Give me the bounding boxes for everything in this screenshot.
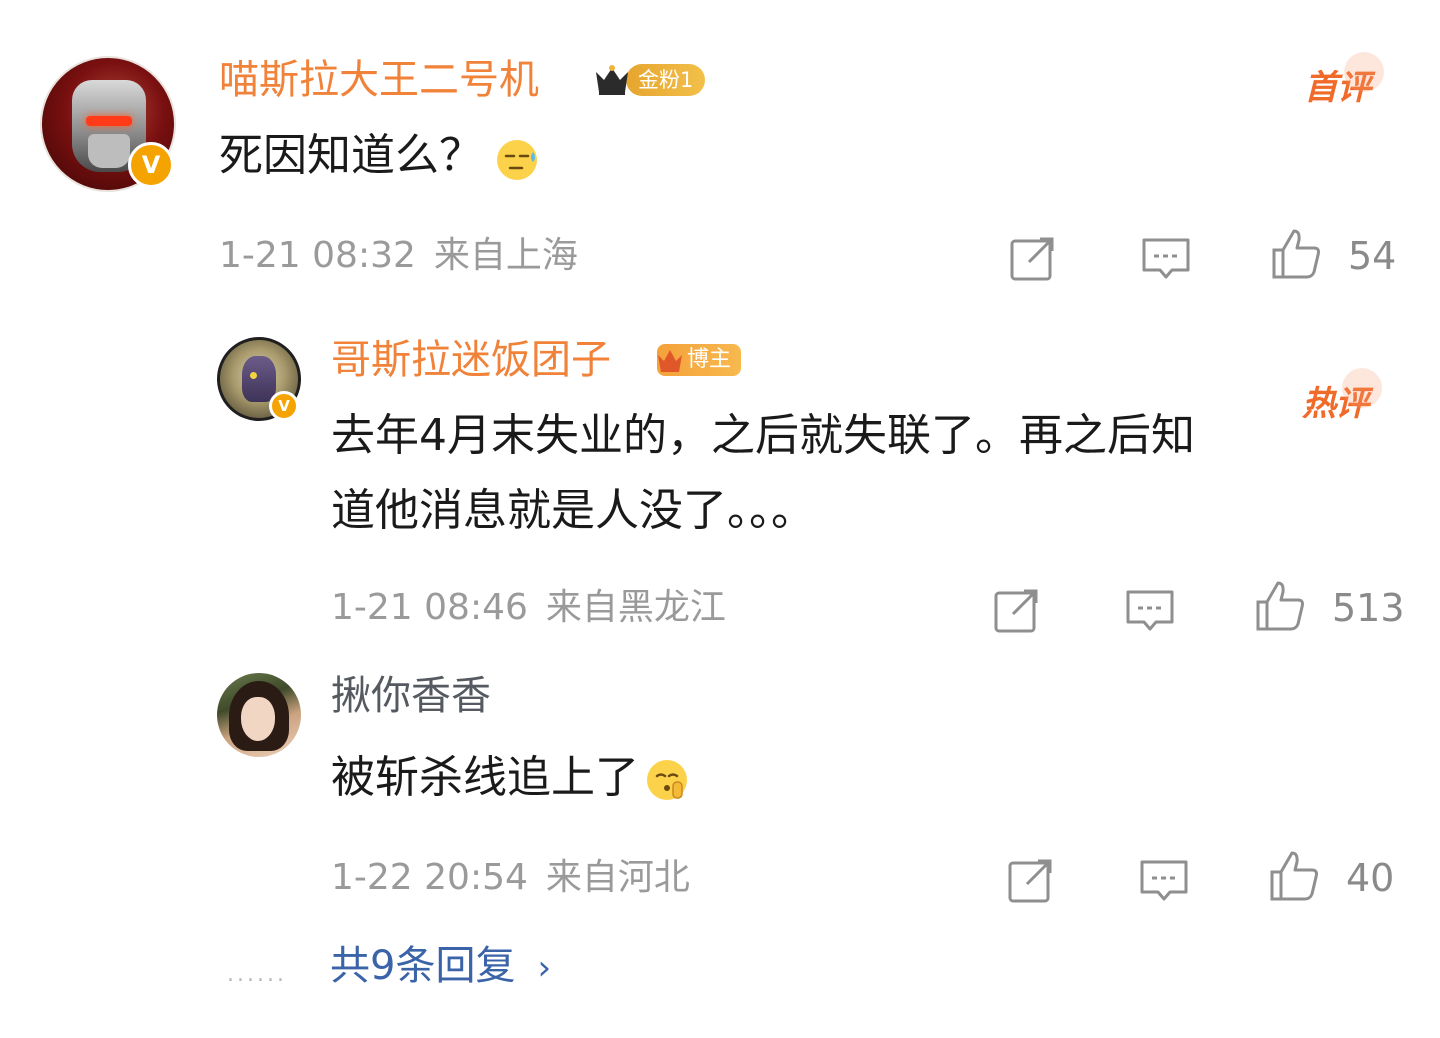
reply-meta: 1-22 20:54 来自河北 — [331, 858, 690, 898]
first-comment-tag: 首评 — [1304, 52, 1384, 109]
more-dots: ...... — [227, 962, 287, 987]
like-count: 513 — [1332, 586, 1405, 630]
comment-meta: 1-21 08:32 来自上海 — [219, 236, 578, 276]
comment-icon[interactable] — [1124, 584, 1176, 636]
reply-text-line: 去年4月末失业的，之后就失联了。再之后知 — [331, 410, 1195, 461]
reply-location: 来自黑龙江 — [545, 587, 726, 628]
chevron-right-icon: › — [537, 948, 552, 988]
comment-icon[interactable] — [1138, 854, 1190, 906]
comment-time: 1-21 08:32 — [219, 235, 416, 276]
like-icon[interactable] — [1268, 850, 1320, 902]
share-icon[interactable] — [991, 584, 1043, 636]
reply-text: 去年4月末失业的，之后就失联了。再之后知 道他消息就是人没了。。。 — [331, 398, 1411, 548]
more-replies-label: 共9条回复 — [330, 943, 516, 989]
reply-text-body: 被斩杀线追上了 — [331, 752, 639, 803]
comment-icon[interactable] — [1140, 232, 1192, 284]
verified-badge: V — [269, 391, 299, 421]
reply-text: 被斩杀线追上了 — [331, 740, 691, 815]
shushing-face-icon — [643, 752, 691, 800]
share-icon[interactable] — [1005, 854, 1057, 906]
avatar[interactable] — [217, 673, 301, 757]
fan-badge[interactable]: 金粉1 — [592, 60, 706, 100]
reply-time: 1-21 08:46 — [331, 587, 528, 628]
more-replies-link[interactable]: 共9条回复 › — [330, 942, 551, 992]
like-icon[interactable] — [1254, 580, 1306, 632]
reply-text-line: 道他消息就是人没了。。。 — [331, 485, 815, 536]
reply-time: 1-22 20:54 — [331, 857, 528, 898]
verified-badge: V — [128, 142, 174, 188]
crown-icon — [658, 350, 682, 372]
author-badge[interactable]: 博主 — [657, 340, 742, 380]
comment-username[interactable]: 喵斯拉大王二号机 — [219, 56, 539, 104]
reply-username[interactable]: 揪你香香 — [331, 672, 491, 720]
fan-badge-label: 金粉1 — [626, 64, 706, 96]
like-count: 40 — [1346, 856, 1395, 900]
sweat-face-icon — [493, 130, 541, 180]
crown-icon — [592, 62, 632, 98]
share-icon[interactable] — [1007, 232, 1059, 284]
comment-location: 来自上海 — [433, 235, 578, 276]
comment-text: 死因知道么？ — [219, 118, 541, 193]
like-count: 54 — [1348, 234, 1397, 278]
author-badge-label: 博主 — [687, 347, 732, 372]
reply-username[interactable]: 哥斯拉迷饭团子 — [331, 336, 611, 384]
reply-meta: 1-21 08:46 来自黑龙江 — [331, 588, 726, 628]
like-icon[interactable] — [1270, 228, 1322, 280]
reply-location: 来自河北 — [545, 857, 690, 898]
comment-text-body: 死因知道么？ — [219, 130, 483, 181]
